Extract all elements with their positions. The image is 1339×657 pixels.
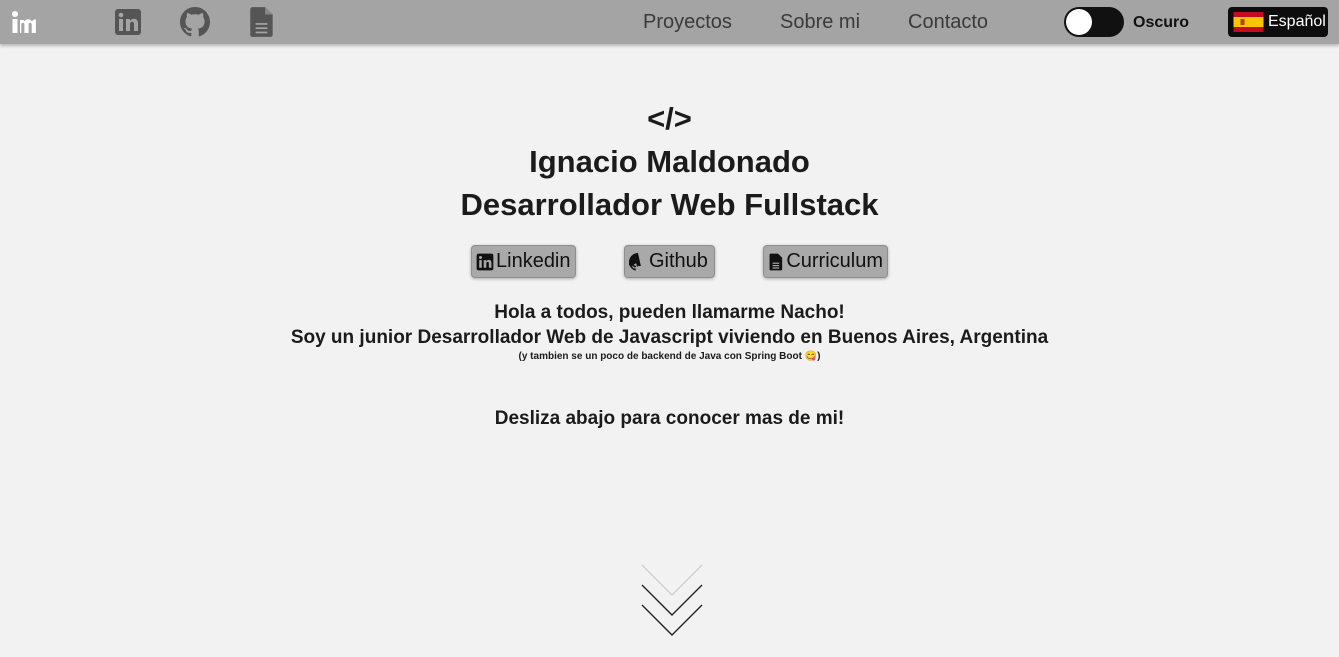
hero-role: Desarrollador Web Fullstack [460,187,879,222]
toggle-knob [1066,9,1092,35]
nav-link-contacto[interactable]: Contacto [908,10,988,34]
nav-link-sobre-mi[interactable]: Sobre mi [780,10,860,34]
linkedin-button[interactable]: Linkedin [471,245,576,278]
logo-mark [12,11,36,33]
logo[interactable] [10,8,38,36]
github-icon [629,252,641,271]
greeting-line-1: Hola a todos, pueden llamarme Nacho! [494,302,845,323]
scroll-prompt: Desliza abajo para conocer mas de mi! [494,408,845,429]
document-icon [769,253,783,270]
curriculum-button-label: Curriculum [786,250,883,272]
document-icon[interactable] [247,7,277,37]
linkedin-button-label: Linkedin [496,250,571,272]
navbar: Proyectos Sobre mi Contacto Oscuro Españ… [0,0,1339,44]
language-button[interactable]: Español [1228,7,1328,37]
theme-toggle-label: Oscuro [1133,14,1190,31]
hero-name: Ignacio Maldonado [529,144,810,179]
theme-toggle[interactable] [1064,7,1124,37]
code-symbol: </> [647,101,692,136]
chevron-down-icon[interactable] [640,563,704,639]
github-button-label: Github [649,250,708,272]
github-button[interactable]: Github [624,245,715,278]
greeting-line-2: Soy un junior Desarrollador Web de Javas… [290,327,1049,348]
language-label: Español [1268,13,1326,30]
greeting-small: (y tambien se un poco de backend de Java… [518,351,821,362]
github-icon[interactable] [180,7,210,37]
curriculum-button[interactable]: Curriculum [763,245,888,278]
nav-link-proyectos[interactable]: Proyectos [643,10,732,34]
linkedin-icon [476,253,494,270]
spain-flag-icon [1233,12,1264,32]
linkedin-icon[interactable] [113,7,143,37]
